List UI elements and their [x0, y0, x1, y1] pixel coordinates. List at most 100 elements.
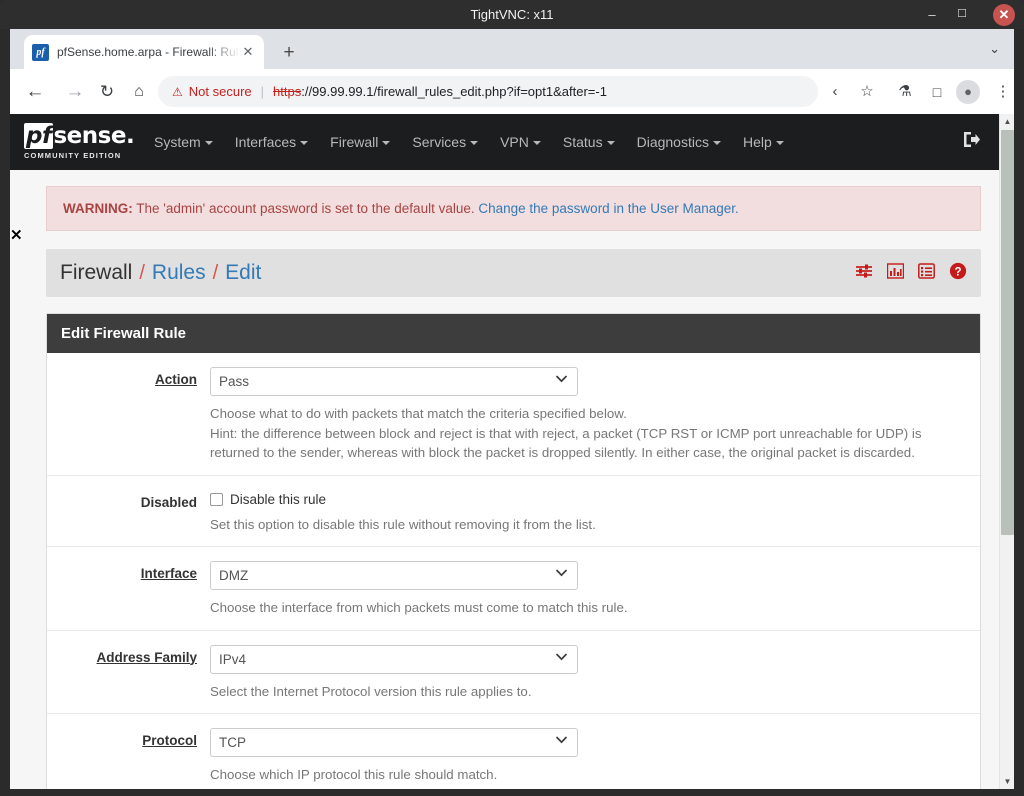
form-row-protocol: Protocol TCP Choose which IP protocol th… — [47, 714, 980, 789]
label-action: Action — [155, 372, 197, 387]
protocol-select[interactable]: TCP — [210, 728, 578, 757]
tab-close-icon[interactable]: ✕ — [240, 44, 256, 60]
label-interface: Interface — [140, 566, 197, 581]
avatar[interactable]: ● — [956, 80, 980, 104]
form-row-interface: Interface DMZ Choose the interface from … — [47, 547, 980, 631]
nav-item-status[interactable]: Status — [563, 134, 615, 150]
nav-item-firewall[interactable]: Firewall — [330, 134, 391, 150]
logo-pf-mark: pf — [24, 122, 54, 149]
logo-dot: . — [125, 122, 135, 149]
caret-down-icon — [532, 141, 541, 146]
form-row-action: Action Pass Choose what to do with packe… — [47, 353, 980, 476]
browser-menu-icon[interactable]: ⋮ — [990, 79, 1014, 105]
mouse-cursor: ✕ — [10, 227, 23, 244]
disable-rule-checkbox[interactable] — [210, 492, 223, 506]
caret-down-icon — [382, 141, 391, 146]
form-row-address-family: Address Family IPv4 Select the Internet … — [47, 631, 980, 714]
logo-sense-text: sense — [53, 122, 126, 149]
forward-icon[interactable]: → — [62, 79, 88, 105]
page-scrollbar[interactable]: ▲ ▼ — [999, 114, 1014, 789]
label-disabled: Disabled — [140, 494, 197, 510]
nav-item-interfaces[interactable]: Interfaces — [235, 134, 309, 150]
home-icon[interactable]: ⌂ — [126, 79, 152, 105]
breadcrumb-separator: / — [212, 261, 219, 284]
maximize-button[interactable]: ☐ — [948, 0, 976, 29]
caret-down-icon — [300, 141, 309, 146]
not-secure-warning-icon: ⚠ — [172, 84, 183, 99]
caret-down-icon — [712, 141, 721, 146]
nav-item-diagnostics[interactable]: Diagnostics — [637, 134, 721, 150]
vnc-window-title: TightVNC: x11 — [470, 7, 554, 22]
bookmark-star-icon[interactable]: ☆ — [854, 79, 880, 105]
minimize-button[interactable]: – — [918, 0, 946, 29]
scroll-down-button[interactable]: ▼ — [1000, 774, 1014, 789]
side-panel-icon[interactable]: □ — [924, 79, 950, 105]
url-path: ://99.99.99.1/firewall_rules_edit.php?if… — [301, 84, 607, 99]
flask-icon[interactable]: ⚗ — [892, 79, 918, 105]
omnibox-divider: | — [260, 84, 265, 99]
pfsense-logo[interactable]: pfsense. COMMUNITY EDITION — [24, 122, 135, 160]
admin-password-warning-banner: WARNING: The 'admin' account password is… — [46, 186, 981, 231]
form-row-disabled: Disabled Disable this rule Set this opti… — [47, 476, 980, 547]
chevron-down-icon[interactable]: ⌄ — [989, 41, 1000, 57]
back-icon[interactable]: ← — [22, 79, 48, 105]
address-bar[interactable]: ⚠ Not secure | https://99.99.99.1/firewa… — [158, 76, 818, 107]
logout-icon[interactable] — [962, 131, 981, 153]
breadcrumb-actions: ? — [855, 262, 967, 284]
share-icon[interactable]: ‹ — [822, 79, 848, 105]
warning-prefix: WARNING: — [63, 201, 133, 216]
vnc-window: TightVNC: x11 – ☐ ✕ pf pfSense.home.arpa… — [0, 0, 1024, 796]
warning-text: The 'admin' account password is set to t… — [132, 201, 479, 216]
breadcrumb-separator: / — [139, 261, 145, 284]
scrollbar-thumb[interactable] — [1001, 130, 1014, 535]
svg-text:?: ? — [954, 266, 961, 278]
disable-rule-checkbox-row[interactable]: Disable this rule — [210, 490, 962, 507]
list-icon[interactable] — [918, 263, 935, 283]
close-button[interactable]: ✕ — [993, 4, 1015, 26]
pfsense-navbar: pfsense. COMMUNITY EDITION System Interf… — [10, 114, 999, 170]
help-interface: Choose the interface from which packets … — [210, 600, 628, 615]
help-address-family: Select the Internet Protocol version thi… — [210, 683, 532, 699]
new-tab-button[interactable]: + — [278, 43, 300, 65]
caret-down-icon — [204, 141, 213, 146]
breadcrumb-root: Firewall — [60, 261, 133, 284]
browser-tab[interactable]: pf pfSense.home.arpa - Firewall: Rul ✕ — [24, 35, 264, 69]
page-viewport: pfsense. COMMUNITY EDITION System Interf… — [10, 114, 1014, 789]
address-family-select[interactable]: IPv4 — [210, 644, 578, 674]
browser-toolbar: ← → ↻ ⌂ ⚠ Not secure | https://99.99.99.… — [10, 69, 1014, 114]
caret-down-icon — [606, 141, 615, 146]
caret-down-icon — [775, 141, 784, 146]
bar-chart-icon[interactable] — [886, 263, 905, 283]
pfsense-page: pfsense. COMMUNITY EDITION System Interf… — [10, 114, 999, 789]
pfsense-favicon-icon: pf — [32, 43, 49, 61]
nav-item-system[interactable]: System — [154, 134, 213, 150]
browser-window: pf pfSense.home.arpa - Firewall: Rul ✕ +… — [10, 29, 1014, 789]
panel-heading: Edit Firewall Rule — [47, 314, 980, 353]
security-status-label[interactable]: Not secure — [189, 84, 252, 99]
help-icon[interactable]: ? — [949, 262, 967, 284]
interface-select[interactable]: DMZ — [210, 561, 578, 590]
logo-subtitle: COMMUNITY EDITION — [24, 150, 122, 160]
reload-icon[interactable]: ↻ — [94, 79, 120, 105]
label-protocol: Protocol — [142, 733, 197, 748]
browser-tabstrip: pf pfSense.home.arpa - Firewall: Rul ✕ +… — [10, 29, 1014, 69]
nav-item-help[interactable]: Help — [743, 134, 784, 150]
breadcrumb-edit-link[interactable]: Edit — [225, 261, 261, 285]
user-manager-link[interactable]: Change the password in the User Manager. — [478, 201, 738, 216]
nav-item-services[interactable]: Services — [412, 134, 479, 150]
breadcrumb-rules-link[interactable]: Rules — [152, 261, 206, 285]
scroll-up-button[interactable]: ▲ — [1000, 114, 1014, 129]
vnc-titlebar: TightVNC: x11 – ☐ ✕ — [0, 0, 1024, 29]
breadcrumb: Firewall / Rules / Edit ? — [46, 249, 981, 297]
caret-down-icon — [470, 141, 479, 146]
browser-tab-title: pfSense.home.arpa - Firewall: Rul — [57, 45, 239, 59]
nav-item-vpn[interactable]: VPN — [500, 134, 541, 150]
help-action: Choose what to do with packets that matc… — [210, 406, 922, 460]
url-scheme: https — [273, 84, 302, 99]
disable-rule-label: Disable this rule — [230, 491, 327, 507]
label-address-family: Address Family — [96, 649, 197, 665]
help-protocol: Choose which IP protocol this rule shoul… — [210, 767, 498, 782]
edit-firewall-rule-panel: Edit Firewall Rule Action Pass Choose wh… — [46, 313, 981, 789]
filter-sliders-icon[interactable] — [855, 263, 873, 283]
action-select[interactable]: Pass — [210, 367, 578, 396]
